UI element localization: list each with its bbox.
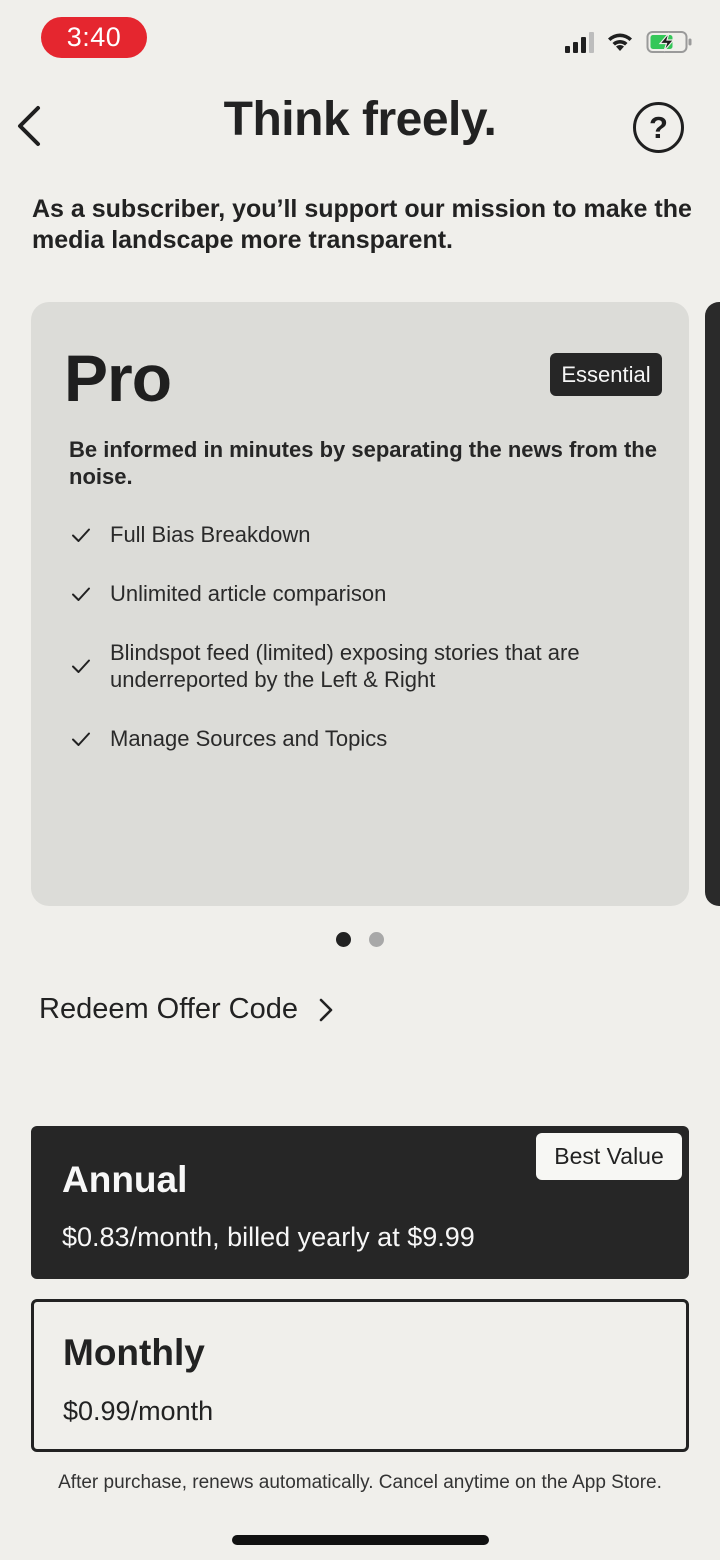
feature-label: Blindspot feed (limited) exposing storie… bbox=[110, 640, 580, 692]
renewal-note: After purchase, renews automatically. Ca… bbox=[58, 1472, 662, 1493]
subscription-screen: 3:40 Think freely. ? As a subscriber, yo… bbox=[0, 0, 720, 1560]
chevron-right-icon bbox=[319, 998, 333, 1021]
redeem-offer-code-link[interactable]: Redeem Offer Code bbox=[39, 993, 334, 1026]
monthly-title: Monthly bbox=[63, 1332, 205, 1373]
cellular-signal-icon bbox=[565, 31, 594, 53]
feature-item: Unlimited article comparison bbox=[69, 580, 669, 607]
status-time: 3:40 bbox=[41, 17, 147, 58]
plan-description: Be informed in minutes by separating the… bbox=[69, 437, 657, 489]
battery-charging-icon bbox=[646, 31, 692, 53]
wifi-icon bbox=[608, 33, 632, 51]
pager-dot-active[interactable] bbox=[336, 932, 351, 947]
best-value-badge: Best Value bbox=[536, 1133, 682, 1180]
page-subtitle: As a subscriber, you’ll support our miss… bbox=[32, 195, 692, 254]
annual-plan-option[interactable]: Annual $0.83/month, billed yearly at $9.… bbox=[31, 1126, 689, 1279]
checkmark-icon bbox=[72, 732, 90, 746]
redeem-label: Redeem Offer Code bbox=[39, 993, 298, 1025]
plan-name: Pro bbox=[64, 341, 172, 415]
feature-item: Full Bias Breakdown bbox=[69, 521, 669, 548]
feature-list: Full Bias Breakdown Unlimited article co… bbox=[69, 521, 669, 784]
plan-badge: Essential bbox=[550, 353, 662, 396]
annual-price: $0.83/month, billed yearly at $9.99 bbox=[62, 1222, 475, 1252]
page-title: Think freely. bbox=[223, 93, 497, 146]
feature-label: Unlimited article comparison bbox=[110, 581, 387, 606]
home-indicator[interactable] bbox=[232, 1535, 489, 1545]
next-plan-card-peek[interactable] bbox=[705, 302, 720, 906]
feature-label: Manage Sources and Topics bbox=[110, 726, 388, 751]
feature-label: Full Bias Breakdown bbox=[110, 522, 311, 547]
question-icon: ? bbox=[649, 109, 668, 145]
feature-item: Blindspot feed (limited) exposing storie… bbox=[69, 639, 669, 693]
plan-card-pro[interactable]: Pro Essential Be informed in minutes by … bbox=[31, 302, 689, 906]
monthly-price: $0.99/month bbox=[63, 1396, 214, 1426]
status-icons bbox=[565, 30, 694, 54]
pager-dot[interactable] bbox=[369, 932, 384, 947]
annual-title: Annual bbox=[62, 1159, 188, 1200]
carousel-pager bbox=[336, 932, 384, 947]
feature-item: Manage Sources and Topics bbox=[69, 725, 669, 752]
checkmark-icon bbox=[72, 659, 90, 673]
help-button[interactable]: ? bbox=[633, 102, 684, 153]
monthly-plan-option[interactable]: Monthly $0.99/month bbox=[31, 1299, 689, 1452]
checkmark-icon bbox=[72, 587, 90, 601]
checkmark-icon bbox=[72, 528, 90, 542]
